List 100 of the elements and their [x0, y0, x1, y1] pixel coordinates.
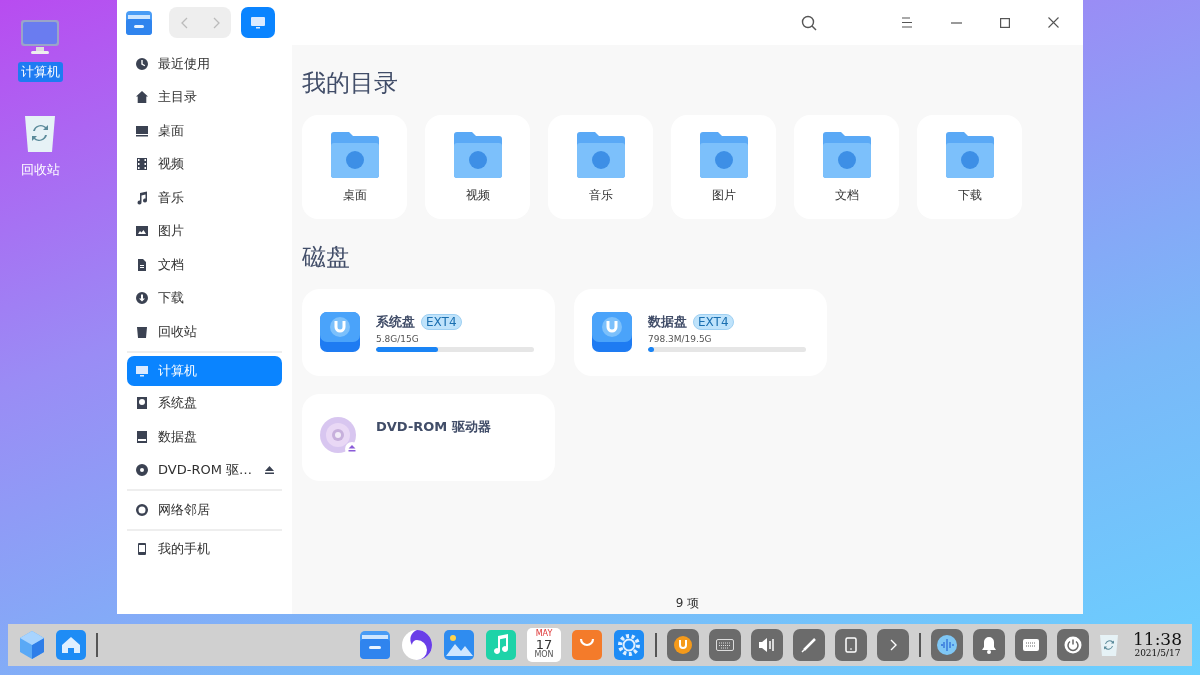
disk-usage: 5.8G/15G — [376, 334, 420, 344]
shopping-bag-icon[interactable] — [571, 629, 603, 661]
folder-icon — [574, 130, 627, 179]
folder-card[interactable]: 下载 — [917, 115, 1022, 219]
folder-icon — [820, 130, 873, 179]
monitor-icon[interactable] — [19, 18, 61, 56]
sidebar-item[interactable]: 最近使用 — [127, 47, 282, 81]
folder-label: 视频 — [465, 186, 490, 204]
chevron-left-icon — [180, 16, 189, 29]
folder-label: 下载 — [957, 186, 982, 204]
maximize-icon[interactable] — [1000, 17, 1010, 28]
tray-button[interactable] — [877, 629, 909, 661]
keyboard-icon — [716, 639, 734, 651]
sidebar-item[interactable]: 我的手机 — [127, 532, 282, 566]
folder-icon — [451, 130, 504, 179]
clock-time[interactable]: 11:38 — [1133, 631, 1182, 650]
folder-card[interactable]: 视频 — [425, 115, 530, 219]
tray-button[interactable] — [931, 629, 963, 661]
calendar-icon[interactable]: MAY 17 MON — [527, 628, 561, 662]
section-heading: 我的目录 — [302, 68, 399, 99]
sidebar-item[interactable]: 网络邻居 — [127, 493, 282, 527]
folder-card[interactable]: 音乐 — [548, 115, 653, 219]
search-icon[interactable] — [801, 14, 817, 31]
disk-usage: 798.3M/19.5G — [648, 334, 713, 344]
tray-button[interactable] — [709, 629, 741, 661]
tray-button[interactable] — [793, 629, 825, 661]
eject-icon[interactable] — [265, 466, 274, 475]
sidebar-item[interactable]: 桌面 — [127, 114, 282, 148]
folder-icon[interactable] — [359, 630, 391, 660]
music-note-icon[interactable] — [485, 629, 517, 661]
sidebar-item[interactable]: 回收站 — [127, 315, 282, 349]
sound-wave-icon — [937, 635, 957, 655]
clock-date[interactable]: 2021/5/17 — [1134, 649, 1181, 659]
download-icon — [135, 291, 149, 306]
folder-label: 音乐 — [588, 186, 613, 204]
picture-icon[interactable] — [443, 629, 475, 661]
folder-icon — [943, 130, 996, 179]
phone-icon — [845, 637, 857, 653]
filesystem-badge: EXT4 — [693, 314, 734, 330]
settings-icon[interactable] — [613, 629, 645, 661]
phone-icon — [135, 542, 149, 557]
tray-button[interactable] — [667, 629, 699, 661]
disk-name: 数据盘 — [648, 313, 687, 331]
sidebar-item[interactable]: 数据盘 — [127, 420, 282, 454]
folder-label: 文档 — [834, 186, 859, 204]
home-icon[interactable] — [56, 630, 86, 660]
picture-icon — [135, 224, 149, 239]
power-icon — [1064, 636, 1082, 654]
monitor-icon — [135, 363, 149, 378]
sidebar-item[interactable]: 系统盘 — [127, 386, 282, 420]
folder-card[interactable]: 桌面 — [302, 115, 407, 219]
tray-button[interactable] — [1015, 629, 1047, 661]
drive-icon — [135, 429, 149, 444]
home-icon — [135, 90, 149, 105]
trash-icon — [135, 324, 149, 339]
tray-button[interactable] — [1057, 629, 1089, 661]
sidebar-item[interactable]: 下载 — [127, 281, 282, 315]
disk-card[interactable]: DVD-ROM 驱动器 — [302, 394, 555, 481]
folder-icon — [125, 8, 153, 37]
tray-button[interactable] — [835, 629, 867, 661]
sidebar-item[interactable]: 主目录 — [127, 80, 282, 114]
folder-icon — [328, 130, 381, 179]
pen-icon — [801, 637, 817, 653]
close-icon[interactable] — [1048, 17, 1059, 28]
bell-icon — [981, 636, 997, 654]
drive-icon — [674, 636, 692, 654]
disk-card[interactable]: 数据盘 EXT4 798.3M/19.5G — [574, 289, 827, 376]
sidebar-item[interactable]: 图片 — [127, 214, 282, 248]
disk-name: DVD-ROM 驱动器 — [376, 418, 492, 436]
folder-icon — [697, 130, 750, 179]
sidebar-item[interactable]: DVD-ROM 驱… — [127, 453, 282, 487]
calendar-day: 17 — [535, 638, 553, 651]
status-bar-text: 9 项 — [674, 595, 701, 612]
desktop-icon-label[interactable]: 计算机 — [17, 62, 63, 82]
sidebar-item[interactable]: 计算机 — [127, 355, 282, 386]
music-note-icon — [135, 190, 149, 205]
folder-label: 桌面 — [342, 186, 367, 204]
chevron-right-icon — [889, 639, 897, 651]
document-icon — [135, 257, 149, 272]
clock-icon — [135, 56, 149, 71]
disk-card[interactable]: 系统盘 EXT4 5.8G/15G — [302, 289, 555, 376]
drive-icon — [591, 311, 633, 353]
folder-card[interactable]: 文档 — [794, 115, 899, 219]
menu-icon[interactable] — [901, 17, 913, 28]
minimize-icon[interactable] — [951, 21, 962, 24]
sidebar-item[interactable]: 音乐 — [127, 181, 282, 215]
computer-breadcrumb-button[interactable] — [241, 7, 275, 38]
calendar-month: MAY — [535, 630, 553, 638]
section-heading: 磁盘 — [302, 242, 351, 273]
tray-button[interactable] — [973, 629, 1005, 661]
cube-icon[interactable] — [18, 630, 46, 660]
drive-icon — [319, 311, 361, 353]
sidebar-item[interactable]: 视频 — [127, 147, 282, 181]
sidebar-item[interactable]: 文档 — [127, 248, 282, 282]
disk-name: 系统盘 — [376, 313, 415, 331]
speaker-icon — [758, 638, 776, 652]
trash-icon[interactable] — [1099, 633, 1119, 657]
keyboard-icon — [1022, 638, 1040, 652]
tray-button[interactable] — [751, 629, 783, 661]
folder-card[interactable]: 图片 — [671, 115, 776, 219]
